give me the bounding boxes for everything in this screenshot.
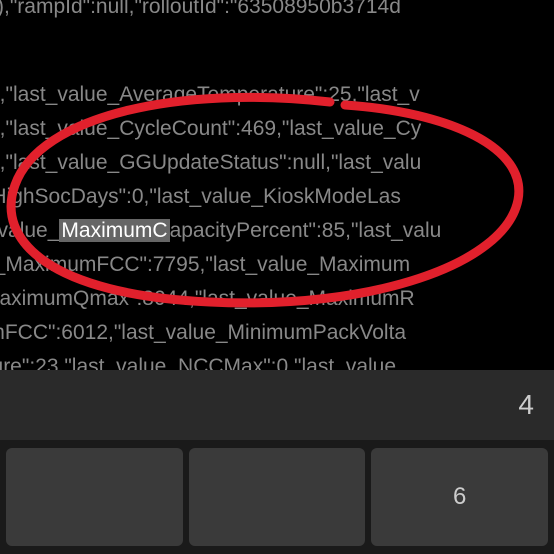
key[interactable] [6,448,183,546]
log-line: numFCC":6012,"last_value_MinimumPackVolt… [0,316,406,351]
suggestion-bar[interactable]: 4 [0,370,554,440]
log-line: e_MaximumFCC":7795,"last_value_Maximum [0,248,410,283]
log-line: ),"rampId":null,"rolloutId":"63508950b37… [0,0,401,25]
log-text-pre: t_value_ [0,219,59,242]
search-highlight: MaximumC [59,219,169,242]
log-line: ature":23,"last_value_NCCMax":0,"last_va… [0,350,396,370]
log-text-area[interactable]: ),"rampId":null,"rolloutId":"63508950b37… [0,0,554,370]
suggestion-text: 4 [518,389,534,421]
log-line: 9,"last_value_CycleCount":469,"last_valu… [0,112,421,147]
log-text-post: apacityPercent":85,"last_valu [170,219,442,242]
log-line: MaximumQmax":8044,"last_value_MaximumR [0,282,415,317]
log-line: 9,"last_value_AverageTemperature":25,"la… [0,78,420,113]
key-6[interactable]: 6 [371,448,548,546]
key[interactable] [189,448,366,546]
log-line: 0,"last_value_GGUpdateStatus":null,"last… [0,146,421,181]
log-line-highlighted: t_value_MaximumCapacityPercent":85,"last… [0,214,441,249]
keyboard-row: 6 [0,440,554,554]
log-line: deHighSocDays":0,"last_value_KioskModeLa… [0,180,401,215]
